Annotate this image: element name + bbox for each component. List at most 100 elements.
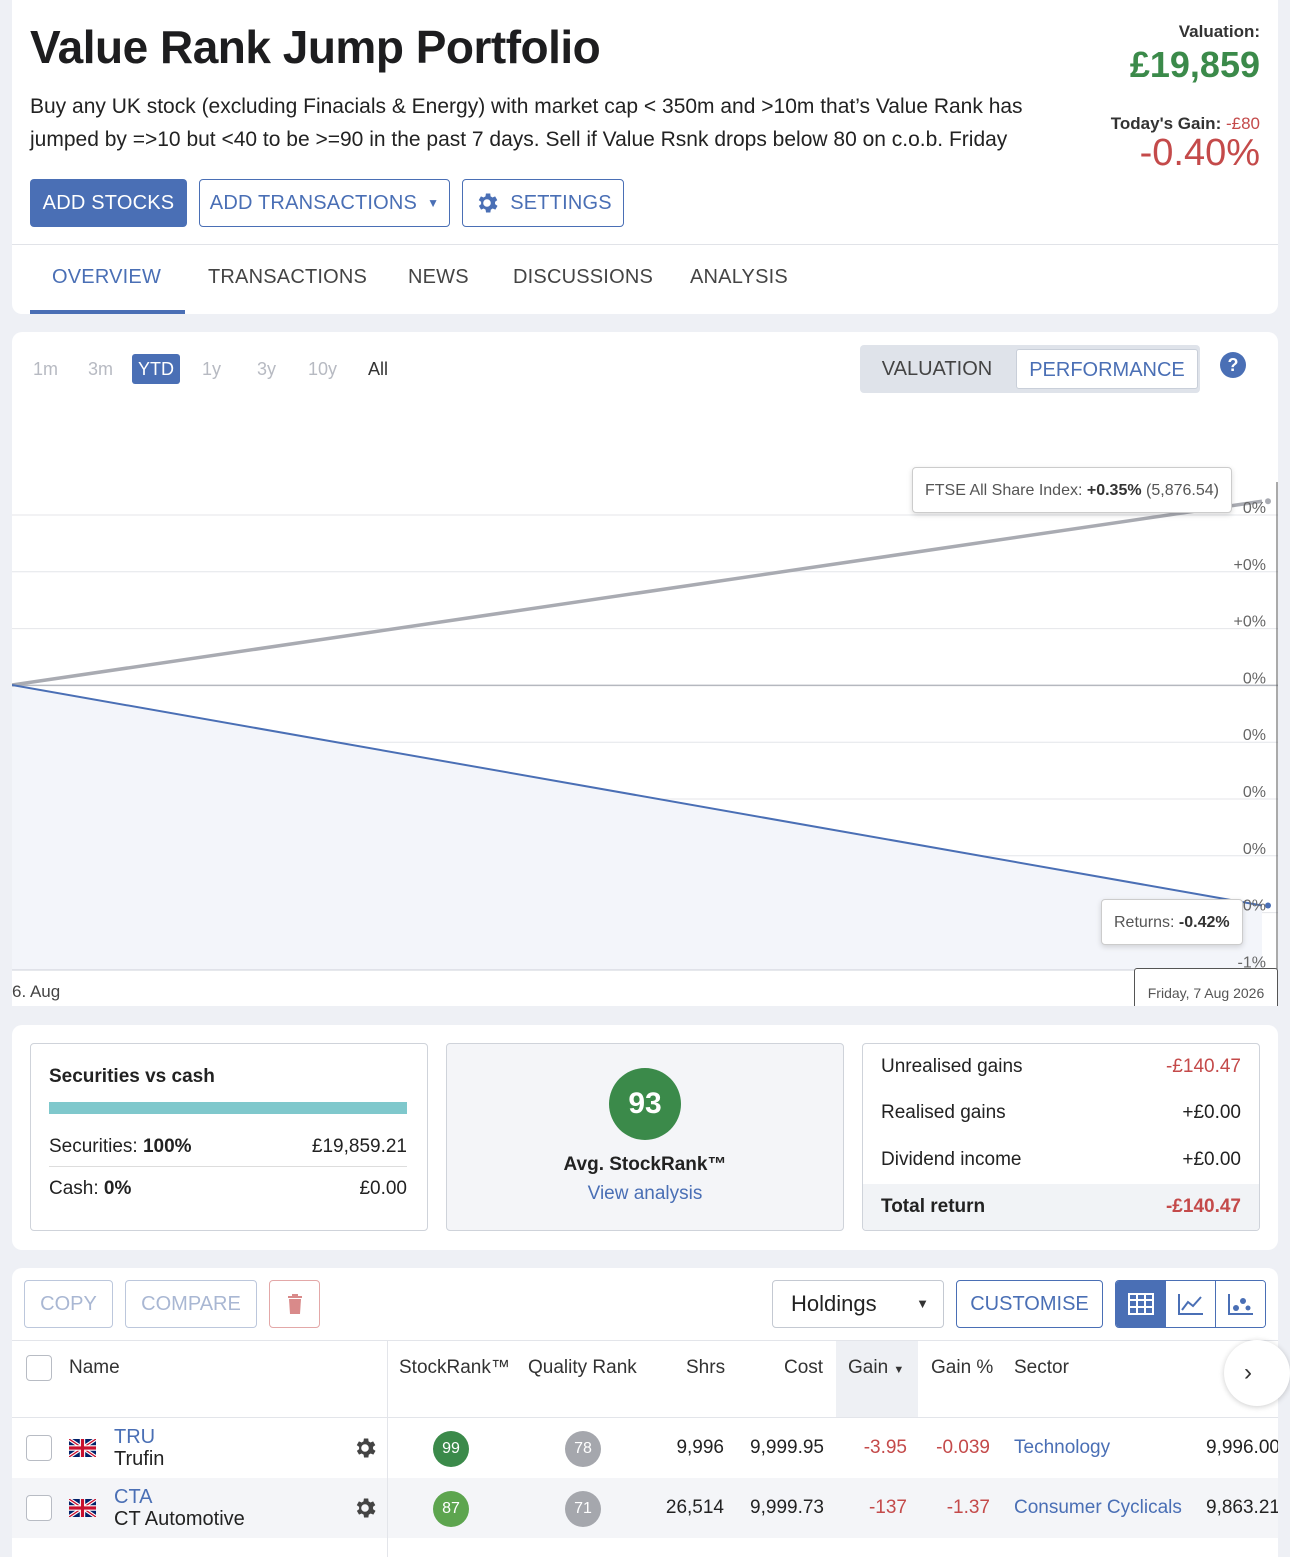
column-gain-pct[interactable]: Gain % bbox=[931, 1341, 993, 1417]
tab-overview[interactable]: OVERVIEW bbox=[52, 266, 161, 289]
y-tick-label: +0% bbox=[1234, 557, 1266, 574]
row-checkbox[interactable] bbox=[26, 1495, 52, 1521]
caret-down-icon: ▼ bbox=[427, 196, 440, 210]
index-series-line[interactable] bbox=[12, 499, 1263, 687]
page-title: Value Rank Jump Portfolio bbox=[30, 21, 601, 73]
caret-down-icon: ▼ bbox=[916, 1296, 929, 1311]
y-tick-label: 0% bbox=[1243, 500, 1266, 517]
todays-gain-label: Today's Gain: bbox=[1110, 114, 1222, 133]
column-name[interactable]: Name bbox=[69, 1341, 120, 1417]
table-row[interactable]: TRU Trufin 99 78 9,996 9,999.95 -3.95 -0… bbox=[12, 1418, 1278, 1478]
column-cost[interactable]: Cost bbox=[784, 1341, 823, 1417]
add-transactions-button[interactable]: ADD TRANSACTIONS ▼ bbox=[199, 179, 450, 227]
index-tooltip-prefix: FTSE All Share Index: bbox=[925, 482, 1083, 499]
cost-value: 9,999.73 bbox=[750, 1497, 824, 1518]
view-mode-group bbox=[1115, 1280, 1266, 1328]
gear-icon[interactable] bbox=[352, 1495, 378, 1521]
add-stocks-label: ADD STOCKS bbox=[42, 191, 175, 214]
todays-gain: Today's Gain: -£80 bbox=[1111, 114, 1260, 134]
scatter-view-button[interactable] bbox=[1215, 1281, 1265, 1327]
stock-ticker-link[interactable]: TRU bbox=[114, 1426, 155, 1449]
shares-value: 9,996 bbox=[676, 1437, 724, 1458]
range-10y[interactable]: 10y bbox=[302, 354, 343, 384]
tab-news[interactable]: NEWS bbox=[408, 266, 469, 289]
table-header: Name StockRank™ Quality Rank Shrs Cost G… bbox=[12, 1340, 1278, 1418]
holdings-card: COPY COMPARE Holdings ▼ CUSTOMISE Name S… bbox=[12, 1268, 1278, 1557]
stock-name: CT Automotive bbox=[114, 1508, 245, 1530]
gain-value: -3.95 bbox=[863, 1437, 907, 1458]
sort-desc-icon: ▼ bbox=[893, 1364, 905, 1376]
sector-link[interactable]: Consumer Cyclicals bbox=[1014, 1478, 1182, 1538]
gain-value: -137 bbox=[868, 1497, 907, 1518]
holdings-view-selected: Holdings bbox=[791, 1291, 877, 1316]
customise-button[interactable]: CUSTOMISE bbox=[956, 1280, 1103, 1328]
settings-button[interactable]: SETTINGS bbox=[462, 179, 624, 227]
cash-pct: 0% bbox=[103, 1178, 132, 1199]
returns-label: Dividend income bbox=[881, 1149, 1022, 1170]
range-ytd[interactable]: YTD bbox=[132, 354, 180, 384]
securities-share-bar bbox=[49, 1102, 407, 1114]
stock-ticker-link[interactable]: CTA bbox=[114, 1486, 153, 1509]
line-chart-icon bbox=[1177, 1294, 1203, 1315]
toggle-valuation[interactable]: VALUATION bbox=[860, 349, 1014, 389]
range-1y[interactable]: 1y bbox=[196, 354, 227, 384]
tabs-divider bbox=[12, 244, 1278, 245]
active-tab-indicator bbox=[30, 310, 185, 314]
help-icon[interactable]: ? bbox=[1220, 352, 1246, 378]
portfolio-summary: Securities vs cash Securities: 100% £19,… bbox=[12, 1025, 1278, 1250]
y-tick-label: 0% bbox=[1243, 784, 1266, 801]
copy-label: COPY bbox=[40, 1292, 97, 1315]
scroll-right-button[interactable]: › bbox=[1224, 1340, 1290, 1406]
range-1m[interactable]: 1m bbox=[27, 354, 64, 384]
uk-flag-icon bbox=[69, 1439, 96, 1457]
range-all[interactable]: All bbox=[362, 354, 394, 384]
divider bbox=[49, 1166, 407, 1167]
row-checkbox[interactable] bbox=[26, 1435, 52, 1461]
returns-area bbox=[12, 685, 1262, 970]
index-tooltip-value: (5,876.54) bbox=[1146, 482, 1219, 499]
range-3y[interactable]: 3y bbox=[251, 354, 282, 384]
chart-mode-toggle: VALUATION PERFORMANCE bbox=[860, 345, 1200, 393]
range-3m[interactable]: 3m bbox=[82, 354, 119, 384]
securities-vs-cash-title: Securities vs cash bbox=[49, 1066, 215, 1087]
performance-chart[interactable]: 0%+0%+0%0%0%0%0%0%-1% bbox=[12, 332, 1278, 1006]
avg-stockrank-box: 93 Avg. StockRank™ View analysis bbox=[446, 1043, 844, 1231]
view-analysis-link[interactable]: View analysis bbox=[447, 1183, 843, 1205]
realised-gains-row: Realised gains +£0.00 bbox=[863, 1090, 1259, 1136]
holdings-view-select[interactable]: Holdings ▼ bbox=[772, 1280, 944, 1328]
gain-pct-value: -0.039 bbox=[936, 1437, 990, 1458]
add-transactions-label: ADD TRANSACTIONS bbox=[209, 191, 418, 214]
toggle-performance[interactable]: PERFORMANCE bbox=[1016, 349, 1198, 389]
copy-button[interactable]: COPY bbox=[24, 1280, 113, 1328]
value-amount: 9,996.00 bbox=[1206, 1437, 1278, 1458]
avg-stockrank-label: Avg. StockRank™ bbox=[563, 1154, 727, 1175]
unrealised-gains-row: Unrealised gains -£140.47 bbox=[863, 1044, 1259, 1090]
column-gain[interactable]: Gain ▼ bbox=[836, 1341, 918, 1417]
column-quality-rank[interactable]: Quality Rank bbox=[528, 1341, 637, 1417]
gain-pct-value: -1.37 bbox=[946, 1497, 990, 1518]
trash-icon bbox=[287, 1294, 302, 1314]
add-stocks-button[interactable]: ADD STOCKS bbox=[30, 179, 187, 227]
tab-transactions[interactable]: TRANSACTIONS bbox=[208, 266, 367, 289]
avg-stockrank-badge: 93 bbox=[609, 1068, 681, 1140]
settings-label: SETTINGS bbox=[510, 191, 612, 214]
table-row[interactable]: CTA CT Automotive 87 71 26,514 9,999.73 … bbox=[12, 1478, 1278, 1538]
gear-icon[interactable] bbox=[352, 1435, 378, 1461]
column-sector[interactable]: Sector bbox=[1014, 1341, 1069, 1417]
value-amount: 9,863.21 bbox=[1206, 1497, 1278, 1518]
compare-button[interactable]: COMPARE bbox=[125, 1280, 257, 1328]
todays-gain-value: -£80 bbox=[1225, 114, 1260, 133]
tab-analysis[interactable]: ANALYSIS bbox=[690, 266, 788, 289]
delete-button[interactable] bbox=[269, 1280, 320, 1328]
column-stockrank[interactable]: StockRank™ bbox=[399, 1341, 510, 1417]
y-tick-label: 0% bbox=[1243, 898, 1266, 915]
index-tooltip-pct: +0.35% bbox=[1086, 482, 1142, 499]
y-tick-label: 0% bbox=[1243, 727, 1266, 744]
line-chart-view-button[interactable] bbox=[1165, 1281, 1215, 1327]
column-shrs[interactable]: Shrs bbox=[686, 1341, 725, 1417]
returns-label: Total return bbox=[881, 1196, 986, 1217]
table-view-button[interactable] bbox=[1116, 1281, 1165, 1327]
select-all-checkbox[interactable] bbox=[26, 1355, 52, 1381]
sector-link[interactable]: Technology bbox=[1014, 1418, 1110, 1478]
tab-discussions[interactable]: DISCUSSIONS bbox=[513, 266, 653, 289]
